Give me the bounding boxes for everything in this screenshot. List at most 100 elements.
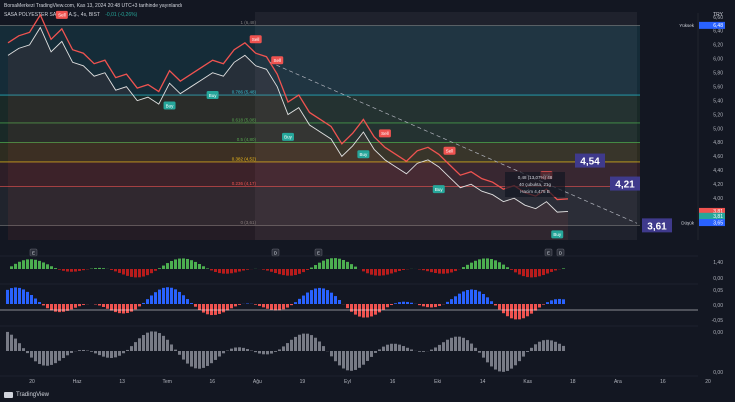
indicator-3-bar <box>318 341 321 351</box>
event-marker-label: E <box>32 251 35 256</box>
indicator-3-bar <box>190 351 193 367</box>
indicator-2-bar <box>494 304 497 306</box>
indicator-2-bar <box>118 304 121 314</box>
indicator-1-bar <box>386 269 389 275</box>
indicator-1-bar <box>18 261 21 269</box>
indicator-2-bar <box>362 304 365 318</box>
indicator-1-bar <box>370 269 373 275</box>
indicator-3-bar <box>430 349 433 351</box>
indicator-1-bar <box>354 266 357 269</box>
indicator-3-bar <box>42 351 45 366</box>
x-tick-label: Eki <box>434 379 441 385</box>
x-tick-label: Tem <box>162 379 171 385</box>
y-tick-label: 6,20 <box>713 43 723 49</box>
indicator-3-bar <box>294 336 297 351</box>
y-tick-label: 4,60 <box>713 154 723 160</box>
indicator-3-bar <box>230 348 233 351</box>
indicator-2-bar <box>510 304 513 319</box>
indicator-3-bar <box>214 351 217 360</box>
indicator-3-bar <box>402 346 405 351</box>
footer: TradingView <box>4 392 49 398</box>
indicator-3-bar <box>182 351 185 360</box>
indicator-1-bar <box>518 269 521 275</box>
indicator-1-bar <box>442 269 445 274</box>
indicator-1-tick: 0,00 <box>713 276 723 282</box>
indicator-1-bar <box>502 264 505 269</box>
indicator-1-bar <box>366 269 369 274</box>
indicator-2-bar <box>406 301 409 304</box>
y-tick-label: 6,00 <box>713 57 723 63</box>
indicator-2-bar <box>422 304 425 307</box>
indicator-2-bar <box>34 298 37 304</box>
indicator-2-bar <box>466 289 469 304</box>
indicator-2-bar <box>122 304 125 314</box>
indicator-3-bar <box>146 332 149 351</box>
indicator-3-bar <box>506 351 509 371</box>
indicator-3-bar <box>494 351 497 370</box>
indicator-3-bar <box>94 351 97 354</box>
indicator-2-bar <box>430 304 433 308</box>
indicator-2-bar <box>382 304 385 310</box>
indicator-1-bar <box>138 269 141 278</box>
indicator-1-bar <box>290 269 293 276</box>
indicator-2-bar <box>226 304 229 311</box>
indicator-1-bar <box>46 264 49 269</box>
indicator-1-bar <box>338 258 341 269</box>
indicator-3-bar <box>166 339 169 351</box>
indicator-2-bar <box>18 287 21 304</box>
indicator-2-bar <box>58 304 61 313</box>
indicator-1-bar <box>146 269 149 276</box>
indicator-3-bar <box>358 351 361 368</box>
indicator-3-bar <box>242 347 245 351</box>
indicator-3-bar <box>62 351 65 359</box>
indicator-1-bar <box>278 269 281 275</box>
indicator-3-bar <box>150 331 153 351</box>
indicator-2-bar <box>190 302 193 304</box>
indicator-1-bar <box>50 266 53 269</box>
x-tick-label: 16 <box>390 379 396 385</box>
indicator-1-bar <box>202 266 205 269</box>
indicator-2-bar <box>130 304 133 312</box>
axis-tag-price: 3,65 <box>713 220 723 226</box>
indicator-2-bar <box>366 304 369 318</box>
indicator-3-bar <box>118 351 121 356</box>
indicator-2-bar <box>458 293 461 304</box>
x-tick-label: Ara <box>614 379 622 385</box>
price-chart[interactable]: 0 (3,61)0.236 (4,17)0.382 (4,52)0.5 (4,8… <box>0 0 735 402</box>
indicator-2-bar <box>202 304 205 313</box>
indicator-3-bar <box>286 343 289 351</box>
indicator-3-bar <box>102 351 105 357</box>
indicator-1-bar <box>270 269 273 272</box>
indicator-1-bar <box>390 269 393 274</box>
indicator-1-bar <box>402 269 405 270</box>
axis-tag-label: Düşük <box>681 220 695 225</box>
indicator-2-bar <box>534 304 537 311</box>
indicator-2-bar <box>354 304 357 315</box>
y-tick-label: 5,20 <box>713 112 723 118</box>
indicator-3-bar <box>262 351 265 355</box>
indicator-3-bar <box>398 344 401 351</box>
indicator-3-bar <box>178 351 181 355</box>
indicator-2-bar <box>82 304 85 305</box>
indicator-3-bar <box>442 342 445 351</box>
indicator-2-bar <box>374 304 377 315</box>
indicator-1-bar <box>266 269 269 271</box>
indicator-2-bar <box>470 289 473 304</box>
indicator-3-tick: 0,00 <box>713 370 723 376</box>
indicator-3-bar <box>534 344 537 351</box>
indicator-2-bar <box>498 304 501 310</box>
indicator-1-bar <box>310 267 313 269</box>
indicator-2-bar <box>390 304 393 306</box>
indicator-2-bar <box>234 304 237 307</box>
indicator-2-bar <box>218 304 221 314</box>
x-tick-label: 13 <box>119 379 125 385</box>
indicator-1-bar <box>482 258 485 269</box>
indicator-1-bar <box>122 269 125 275</box>
indicator-1-bar <box>62 269 65 271</box>
indicator-2-bar <box>162 287 165 304</box>
indicator-3-bar <box>502 351 505 372</box>
indicator-1-bar <box>394 269 397 273</box>
indicator-1-bar <box>154 269 157 271</box>
indicator-1-bar <box>530 269 533 278</box>
indicator-1-bar <box>506 267 509 269</box>
